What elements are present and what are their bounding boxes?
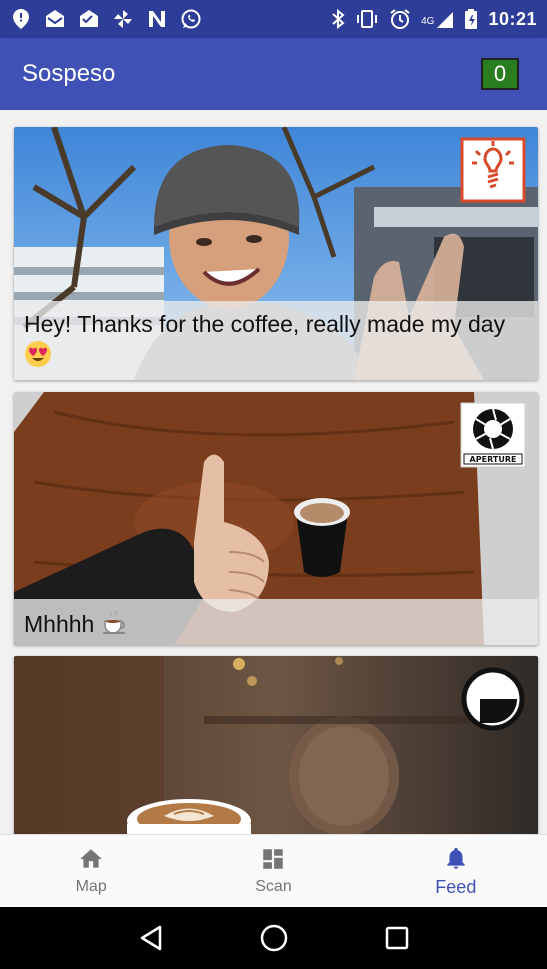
app-bar: Sospeso 0 bbox=[0, 38, 547, 110]
post-caption: Mhhhh bbox=[14, 598, 538, 645]
nav-item-label: Map bbox=[75, 878, 107, 895]
nav-item-scan[interactable]: Scan bbox=[182, 835, 364, 907]
post-caption-text: Hey! Thanks for the coffee, really made … bbox=[24, 310, 506, 337]
feed-list[interactable]: Hey! Thanks for the coffee, really made … bbox=[0, 110, 547, 834]
back-icon[interactable] bbox=[138, 924, 164, 952]
bottom-navigation: Map Scan Feed bbox=[0, 834, 547, 907]
post-caption: Hey! Thanks for the coffee, really made … bbox=[14, 300, 538, 380]
home-circle-icon[interactable] bbox=[259, 923, 289, 953]
coffee-counter-badge[interactable]: 0 bbox=[481, 58, 519, 90]
app-title: Sospeso bbox=[22, 60, 116, 87]
feed-card[interactable]: APERTURE Mhhhh bbox=[14, 392, 538, 645]
lightbulb-logo-icon bbox=[460, 137, 526, 203]
nav-item-map[interactable]: Map bbox=[0, 835, 182, 907]
mail-alt-icon bbox=[78, 8, 100, 30]
nav-item-feed[interactable]: Feed bbox=[365, 835, 547, 907]
nav-item-label: Scan bbox=[255, 878, 292, 895]
notification-icons bbox=[10, 8, 202, 30]
home-icon bbox=[80, 849, 102, 868]
n-icon bbox=[146, 8, 168, 30]
post-caption-text: Mhhhh bbox=[24, 611, 95, 638]
location-icon bbox=[10, 8, 32, 30]
mail-icon bbox=[44, 8, 66, 30]
dashboard-icon bbox=[263, 849, 284, 869]
pinwheel-icon bbox=[112, 8, 134, 30]
feed-card[interactable] bbox=[14, 656, 538, 834]
status-clock: 10:21 bbox=[488, 8, 537, 29]
alarm-icon bbox=[389, 8, 411, 30]
nav-item-label: Feed bbox=[435, 876, 477, 897]
signal-icon bbox=[436, 9, 454, 29]
vibrate-icon bbox=[355, 9, 379, 29]
network-type-label: 4G bbox=[421, 16, 435, 27]
system-status-icons: 4G 10:21 bbox=[331, 8, 537, 30]
aperture-logo-icon: APERTURE bbox=[460, 402, 526, 468]
hot-beverage-icon bbox=[101, 609, 129, 643]
battery-icon bbox=[464, 8, 478, 30]
system-navigation-bar bbox=[0, 907, 547, 969]
whatsapp-icon bbox=[180, 8, 202, 30]
circle-square-logo-icon bbox=[460, 666, 526, 732]
bluetooth-icon bbox=[331, 8, 345, 30]
feed-card[interactable]: Hey! Thanks for the coffee, really made … bbox=[14, 127, 538, 380]
bell-icon bbox=[447, 847, 465, 869]
aperture-logo-text: APERTURE bbox=[470, 455, 517, 464]
status-bar: 4G 10:21 bbox=[0, 0, 547, 38]
smiling-face-heart-eyes-icon bbox=[24, 340, 52, 376]
recents-icon[interactable] bbox=[384, 925, 410, 951]
